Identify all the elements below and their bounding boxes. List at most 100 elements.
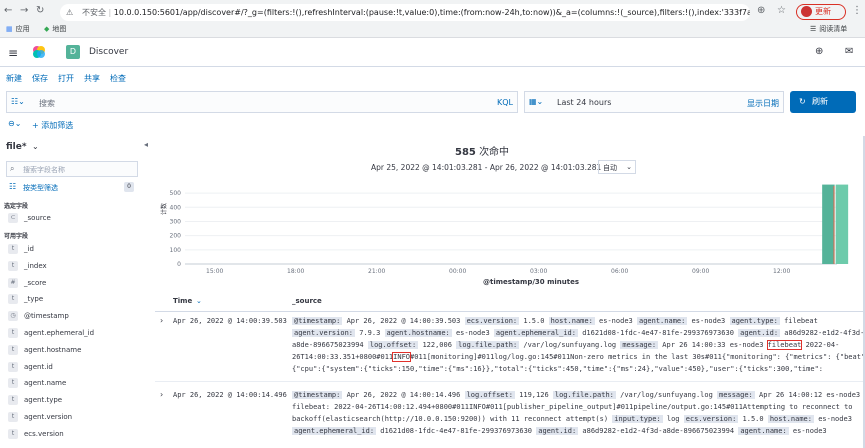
search-placeholder: 搜索 xyxy=(39,99,55,108)
field-name: ecs.version xyxy=(24,429,64,438)
source-pairs: log.offset: 122,006 log.file.path: /var/… xyxy=(367,341,620,349)
field-name: agent.hostname xyxy=(24,345,82,354)
source-value: a86d9282-e1d2-4f3d- xyxy=(780,329,865,337)
refresh-icon: ↻ xyxy=(799,97,806,106)
field-item[interactable]: ◷ @timestamp xyxy=(8,308,69,324)
menu-icon[interactable]: ≡ xyxy=(8,46,18,60)
kebab-menu-icon[interactable]: ⋮ xyxy=(852,5,862,16)
source-line: agent.ephemeral_id: d1621d08-1fdc-4e47-8… xyxy=(292,427,827,435)
source-key: agent.ephemeral_id: xyxy=(493,329,578,337)
field-item[interactable]: # _score xyxy=(8,275,46,291)
back-icon[interactable]: ← xyxy=(4,5,12,16)
field-item[interactable]: t _index xyxy=(8,258,47,274)
field-item[interactable]: t _id xyxy=(8,241,34,257)
field-item[interactable]: t agent.ephemeral_id xyxy=(8,325,94,341)
source-value: Apr 26 14:00:12 es-node3 xyxy=(754,391,861,399)
save-link[interactable]: 保存 xyxy=(32,73,48,84)
y-tick-label: 400 xyxy=(170,204,182,211)
browser-chrome: ← → ↻ ⚠ 不安全 | 10.0.0.150:5601/app/discov… xyxy=(0,0,865,38)
zoom-icon[interactable]: ⊕ xyxy=(757,5,765,16)
y-tick-label: 300 xyxy=(170,218,182,225)
field-item[interactable]: t ecs.version xyxy=(8,426,64,442)
space-badge[interactable]: D xyxy=(66,45,80,59)
table-row: › Apr 26, 2022 @ 14:00:39.503 @timestamp… xyxy=(155,312,865,382)
field-name: _score xyxy=(24,278,47,287)
kibana-logo-icon[interactable] xyxy=(32,45,46,59)
field-item[interactable]: t _type xyxy=(8,291,43,307)
kql-toggle[interactable]: KQL xyxy=(497,98,513,107)
source-key: agent.name: xyxy=(738,427,789,435)
source-value: 122,006 xyxy=(418,341,457,349)
inspect-link[interactable]: 检查 xyxy=(110,73,126,84)
share-link[interactable]: 共享 xyxy=(84,73,100,84)
y-tick-label: 0 xyxy=(177,261,181,268)
map-icon: ◆ xyxy=(44,25,50,33)
date-picker[interactable]: ▦⌄ Last 24 hours 显示日期 xyxy=(524,91,784,113)
source-line: filebeat: 2022-04-26T14:00:12.494+0800#0… xyxy=(292,403,853,411)
histogram-bar xyxy=(822,184,835,264)
source-key: agent.id: xyxy=(738,329,781,337)
bookmark-maps[interactable]: ◆ 地图 xyxy=(44,24,66,34)
collapse-icon[interactable]: ◂ xyxy=(144,140,148,149)
reload-icon[interactable]: ↻ xyxy=(36,5,44,16)
field-item[interactable]: t agent.type xyxy=(8,392,62,408)
refresh-button[interactable]: ↻ 刷新 xyxy=(790,91,856,113)
show-dates-link[interactable]: 显示日期 xyxy=(747,98,779,109)
address-bar[interactable]: ⚠ 不安全 | 10.0.0.150:5601/app/discover#/?_… xyxy=(60,4,750,21)
index-pattern-selector[interactable]: file* xyxy=(6,142,27,152)
source-line: 26T14:00:33.351+0800#011INFO#011[monitor… xyxy=(292,352,865,362)
open-link[interactable]: 打开 xyxy=(58,73,74,84)
source-key: agent.name: xyxy=(636,317,688,325)
saved-query-icon[interactable]: ☷⌄ xyxy=(11,97,25,106)
sort-icon[interactable]: ⌄ xyxy=(196,297,202,305)
search-input[interactable]: ☷⌄ 搜索 KQL xyxy=(6,91,518,113)
field-item-source[interactable]: ⊂ _source xyxy=(8,210,51,226)
bookmark-apps[interactable]: ▦ 应用 xyxy=(6,24,30,34)
histogram-bar xyxy=(835,184,849,264)
update-button[interactable]: 更新 xyxy=(796,4,846,20)
source-key: @timestamp: xyxy=(292,317,343,325)
source-key: host.name: xyxy=(548,317,595,325)
insecure-label: 不安全 xyxy=(82,8,106,17)
source-value: 1.5.0 xyxy=(519,317,549,325)
hits-counter: 585 次命中 xyxy=(455,143,509,158)
source-value: es-node3 xyxy=(687,317,730,325)
expand-row-icon[interactable]: › xyxy=(160,390,163,399)
source-key: log.file.path: xyxy=(552,391,616,399)
time-range-label: Last 24 hours xyxy=(557,98,612,107)
expand-row-icon[interactable]: › xyxy=(160,316,163,325)
star-icon[interactable]: ☆ xyxy=(777,5,786,16)
add-filter-link[interactable]: + 添加筛选 xyxy=(32,120,73,131)
source-line: a8de-896675023994 log.offset: 122,006 lo… xyxy=(292,340,839,350)
row-time: Apr 26, 2022 @ 14:00:14.496 xyxy=(173,391,287,399)
x-tick-label: 03:00 xyxy=(530,268,547,275)
source-value: Apr 26 14:00:33 es-node3 xyxy=(662,341,764,349)
bookmark-label: 地图 xyxy=(52,25,67,33)
field-item[interactable]: t agent.name xyxy=(8,375,66,391)
source-line: backoff(elasticsearch(http://10.0.0.150:… xyxy=(292,415,852,423)
new-link[interactable]: 新建 xyxy=(6,73,22,84)
refresh-label: 刷新 xyxy=(812,97,828,106)
time-column-header[interactable]: Time xyxy=(173,297,192,305)
update-label: 更新 xyxy=(815,7,831,16)
forward-icon[interactable]: → xyxy=(20,5,28,16)
source-value: a86d9282-e1d2-4f3d-a8de-896675023994 xyxy=(578,427,739,435)
field-item[interactable]: t agent.hostname xyxy=(8,342,81,358)
reading-list[interactable]: ☰ 阅读清单 xyxy=(810,24,847,34)
calendar-icon[interactable]: ▦⌄ xyxy=(529,97,543,106)
field-type-icon: t xyxy=(8,260,18,271)
chevron-down-icon[interactable]: ⌄ xyxy=(32,142,39,151)
help-icon[interactable]: ⊕ xyxy=(815,46,823,57)
field-search-input[interactable]: ⌕ 搜索字段名称 xyxy=(6,161,138,177)
mail-icon[interactable]: ✉ xyxy=(845,46,853,57)
source-key: host.name: xyxy=(767,415,814,423)
filter-count-badge: 0 xyxy=(124,182,134,192)
source-key: agent.ephemeral_id: xyxy=(292,427,377,435)
time-range-text: Apr 25, 2022 @ 14:01:03.281 - Apr 26, 20… xyxy=(371,163,602,172)
field-item[interactable]: t agent.id xyxy=(8,359,53,375)
filter-by-type-button[interactable]: ☷ 按类型筛选 0 xyxy=(6,181,138,195)
filter-options-icon[interactable]: ⊖⌄ xyxy=(8,119,21,128)
interval-select[interactable]: 自动 ⌄ xyxy=(598,160,636,174)
histogram-chart[interactable]: 0 100 200 300 400 500 15:00 18:00 21:00 00:00 03:0… xyxy=(155,180,865,292)
field-item[interactable]: t agent.version xyxy=(8,409,72,425)
